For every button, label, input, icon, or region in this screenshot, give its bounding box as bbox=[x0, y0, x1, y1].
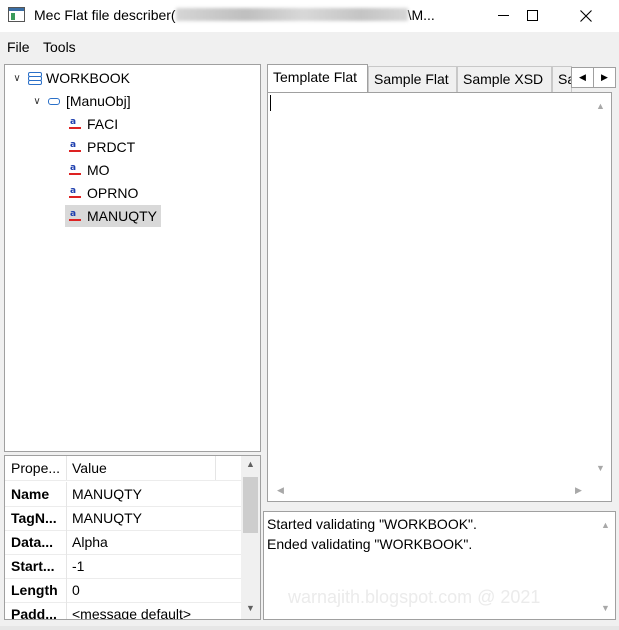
property-value[interactable]: MANUQTY bbox=[72, 486, 142, 502]
tree-field-label: OPRNO bbox=[87, 185, 139, 201]
editor-panel: ▲ ▼ ◀ ▶ bbox=[267, 92, 612, 502]
tree-field-row[interactable]: a MO bbox=[69, 159, 110, 181]
tab-sample-flat[interactable]: Sample Flat bbox=[368, 66, 457, 92]
column-header-property[interactable]: Prope... bbox=[11, 460, 65, 476]
column-header-value[interactable]: Value bbox=[72, 460, 107, 476]
tree-root-label: WORKBOOK bbox=[46, 70, 131, 86]
property-row[interactable]: Name MANUQTY bbox=[5, 482, 241, 507]
database-icon bbox=[28, 71, 42, 85]
property-row[interactable]: Data... Alpha bbox=[5, 530, 241, 555]
scroll-down-icon[interactable]: ▼ bbox=[592, 463, 609, 473]
property-row[interactable]: Start... -1 bbox=[5, 554, 241, 579]
field-icon: a bbox=[69, 210, 81, 222]
property-row[interactable]: TagN... MANUQTY bbox=[5, 506, 241, 531]
property-value[interactable]: Alpha bbox=[72, 534, 108, 550]
menu-tools[interactable]: Tools bbox=[43, 39, 76, 55]
tree-field-row[interactable]: a FACI bbox=[69, 113, 118, 135]
console-line: Ended validating "WORKBOOK". bbox=[267, 536, 473, 552]
tab-sample-xsd[interactable]: Sample XSD bbox=[457, 66, 552, 92]
tree-field-label: MO bbox=[87, 162, 110, 178]
tree-root-row[interactable]: ∨ WORKBOOK bbox=[10, 67, 130, 89]
status-strip bbox=[0, 626, 619, 630]
maximize-button[interactable] bbox=[509, 0, 555, 31]
menu-bar: File Tools bbox=[0, 32, 619, 62]
property-value[interactable]: MANUQTY bbox=[72, 510, 142, 526]
tab-scroll-right-button[interactable]: ▶ bbox=[593, 67, 616, 88]
menu-file[interactable]: File bbox=[7, 39, 30, 55]
tab-template-flat[interactable]: Template Flat bbox=[267, 64, 368, 93]
field-icon: a bbox=[69, 141, 81, 153]
field-icon: a bbox=[69, 187, 81, 199]
watermark-text: warnajith.blogspot.com @ 2021 bbox=[288, 587, 541, 607]
tree-field-row[interactable]: a PRDCT bbox=[69, 136, 135, 158]
chevron-right-icon: ▶ bbox=[601, 72, 608, 82]
maximize-icon bbox=[526, 10, 538, 21]
property-value[interactable]: <message default> bbox=[72, 606, 191, 619]
properties-panel: Prope... Value Name MANUQTY TagN... MANU… bbox=[4, 455, 261, 620]
tab-overflow[interactable]: Sa bbox=[552, 66, 572, 92]
property-key: TagN... bbox=[11, 510, 57, 526]
property-value[interactable]: -1 bbox=[72, 558, 84, 574]
window-title-suffix: \M... bbox=[407, 7, 435, 23]
scroll-up-icon[interactable]: ▲ bbox=[592, 101, 609, 111]
scroll-down-icon[interactable]: ▼ bbox=[242, 603, 259, 613]
console-line: Started validating "WORKBOOK". bbox=[267, 516, 477, 532]
chevron-left-icon: ◀ bbox=[579, 72, 586, 82]
tree-field-label: MANUQTY bbox=[87, 208, 157, 224]
collapse-icon[interactable]: ∨ bbox=[30, 96, 44, 107]
scroll-up-icon[interactable]: ▲ bbox=[597, 520, 614, 530]
property-row[interactable]: Length 0 bbox=[5, 578, 241, 603]
redacted-path bbox=[175, 8, 408, 21]
object-icon bbox=[48, 97, 60, 105]
title-bar: Mec Flat file describer( \M... bbox=[0, 0, 619, 32]
scroll-right-icon[interactable]: ▶ bbox=[570, 485, 587, 496]
window-title: Mec Flat file describer( \M... bbox=[34, 7, 435, 23]
tab-scroll-left-button[interactable]: ◀ bbox=[571, 67, 594, 88]
tree-field-row-selected[interactable]: a MANUQTY bbox=[65, 205, 161, 227]
tree-object-row[interactable]: ∨ [ManuObj] bbox=[30, 90, 131, 112]
text-cursor bbox=[270, 95, 271, 111]
property-row[interactable]: Padd... <message default> bbox=[5, 602, 241, 620]
properties-scrollbar[interactable]: ▲ ▼ bbox=[241, 456, 260, 619]
tree-panel: ∨ WORKBOOK ∨ [ManuObj] a FACI a PRDCT a … bbox=[4, 64, 261, 452]
scrollbar-thumb[interactable] bbox=[243, 477, 258, 533]
property-key: Name bbox=[11, 486, 50, 502]
field-icon: a bbox=[69, 164, 81, 176]
property-key: Start... bbox=[11, 558, 55, 574]
tree-field-row[interactable]: a OPRNO bbox=[69, 182, 138, 204]
tree-field-label: FACI bbox=[87, 116, 119, 132]
field-icon: a bbox=[69, 118, 81, 130]
property-key: Length bbox=[11, 582, 58, 598]
app-icon bbox=[8, 7, 25, 22]
close-button[interactable] bbox=[563, 0, 609, 31]
scroll-left-icon[interactable]: ◀ bbox=[272, 485, 289, 496]
property-value[interactable]: 0 bbox=[72, 582, 80, 598]
scroll-up-icon[interactable]: ▲ bbox=[242, 459, 259, 469]
close-icon bbox=[580, 9, 592, 22]
properties-header: Prope... Value bbox=[5, 456, 241, 481]
property-key: Data... bbox=[11, 534, 54, 550]
window-title-prefix: Mec Flat file describer( bbox=[34, 7, 176, 23]
minimize-icon bbox=[497, 15, 509, 16]
collapse-icon[interactable]: ∨ bbox=[10, 73, 24, 84]
property-key: Padd... bbox=[11, 606, 57, 620]
scroll-down-icon[interactable]: ▼ bbox=[597, 603, 614, 613]
tree-object-label: [ManuObj] bbox=[66, 93, 131, 109]
tree-field-label: PRDCT bbox=[87, 139, 136, 155]
